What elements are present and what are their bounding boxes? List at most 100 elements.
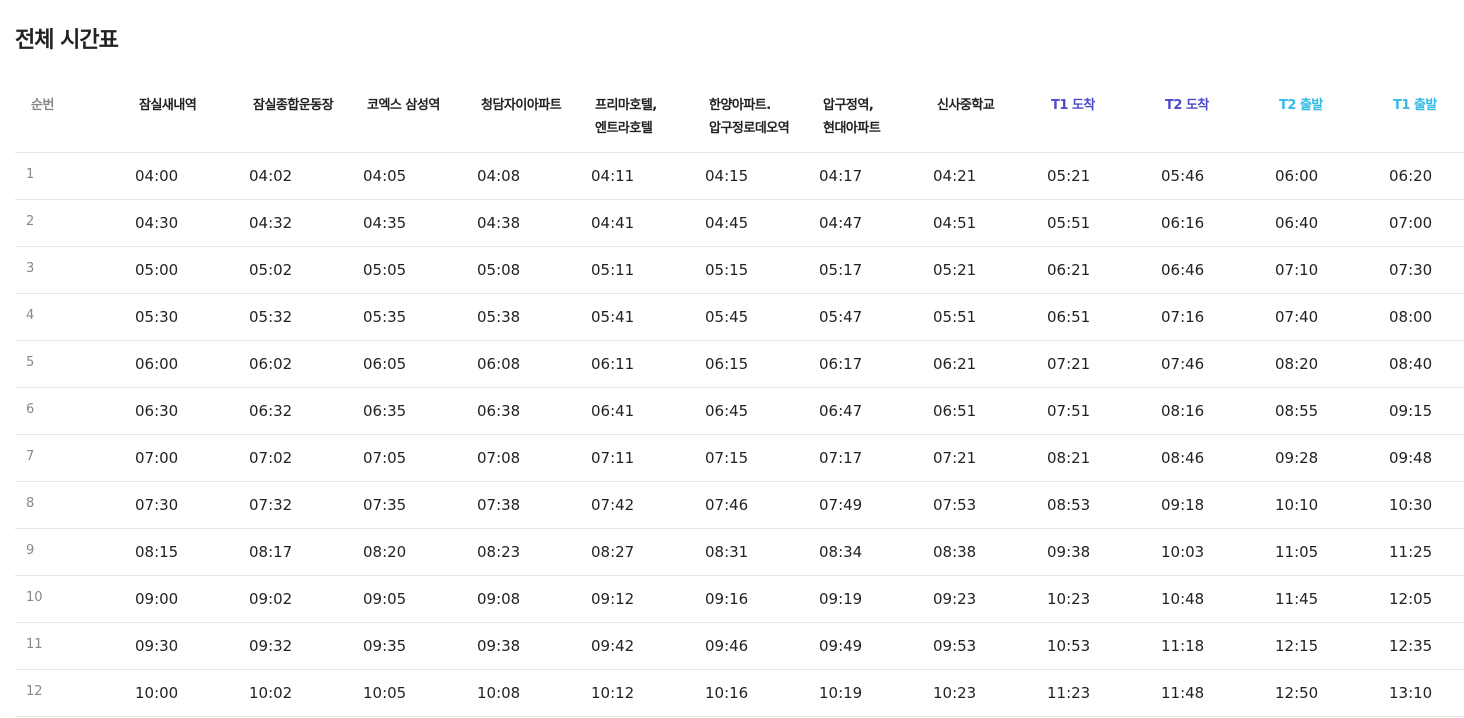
timetable: 순번 잠실새내역 잠실종합운동장 코엑스 삼성역 청담자이아파트 프리마호텔, …: [15, 82, 1464, 717]
time-cell: 12:05: [1379, 575, 1464, 623]
time-cell: 10:30: [1379, 481, 1464, 529]
time-cell: 06:32: [239, 387, 353, 435]
row-number-cell: 6: [15, 387, 125, 435]
row-number-cell: 8: [15, 481, 125, 529]
time-cell: 06:51: [1037, 293, 1151, 341]
time-cell: 04:45: [695, 199, 809, 247]
time-cell: 07:40: [1265, 293, 1379, 341]
column-header-stop: 잠실새내역: [125, 82, 239, 153]
column-header-t2-departure: T2 출발: [1265, 82, 1379, 153]
time-cell: 06:30: [125, 387, 239, 435]
column-header-stop: 프리마호텔, 엔트라호텔: [581, 82, 695, 153]
table-row: 3 05:00 05:02 05:05 05:08 05:11 05:15 05:17 05:2…: [15, 246, 1464, 294]
time-cell: 09:28: [1265, 434, 1379, 482]
table-row: 9 08:15 08:17 08:20 08:23 08:27 08:31 08:34 08:3…: [15, 528, 1464, 576]
time-cell: 13:10: [1379, 669, 1464, 717]
time-cell: 04:05: [353, 152, 467, 200]
time-cell: 06:00: [125, 340, 239, 388]
time-cell: 07:49: [809, 481, 923, 529]
time-cell: 10:00: [125, 669, 239, 717]
time-cell: 05:51: [1037, 199, 1151, 247]
table-row: 1 04:00 04:02 04:05 04:08 04:11 04:15 04:17 04:2…: [15, 152, 1464, 200]
column-header-stop: 잠실종합운동장: [239, 82, 353, 153]
time-cell: 06:00: [1265, 152, 1379, 200]
column-header-t2-arrival: T2 도착: [1151, 82, 1265, 153]
time-cell: 04:21: [923, 152, 1037, 200]
time-cell: 07:17: [809, 434, 923, 482]
time-cell: 08:20: [1265, 340, 1379, 388]
time-cell: 05:45: [695, 293, 809, 341]
time-cell: 05:11: [581, 246, 695, 294]
time-cell: 10:23: [1037, 575, 1151, 623]
time-cell: 08:27: [581, 528, 695, 576]
time-cell: 05:05: [353, 246, 467, 294]
time-cell: 07:35: [353, 481, 467, 529]
time-cell: 10:12: [581, 669, 695, 717]
time-cell: 04:41: [581, 199, 695, 247]
time-cell: 05:21: [923, 246, 1037, 294]
time-cell: 09:05: [353, 575, 467, 623]
time-cell: 07:30: [1379, 246, 1464, 294]
time-cell: 09:00: [125, 575, 239, 623]
column-header-t1-arrival: T1 도착: [1037, 82, 1151, 153]
time-cell: 11:23: [1037, 669, 1151, 717]
time-cell: 10:10: [1265, 481, 1379, 529]
table-row: 4 05:30 05:32 05:35 05:38 05:41 05:45 05:47 05:5…: [15, 293, 1464, 341]
time-cell: 04:00: [125, 152, 239, 200]
time-cell: 10:02: [239, 669, 353, 717]
time-cell: 06:46: [1151, 246, 1265, 294]
time-cell: 04:35: [353, 199, 467, 247]
table-row: 12 10:00 10:02 10:05 10:08 10:12 10:16 10:19 10:…: [15, 669, 1464, 717]
time-cell: 09:23: [923, 575, 1037, 623]
column-header-stop: 한양아파트.압구정로데오역: [695, 82, 809, 153]
time-cell: 08:20: [353, 528, 467, 576]
time-cell: 04:47: [809, 199, 923, 247]
time-cell: 05:30: [125, 293, 239, 341]
time-cell: 10:05: [353, 669, 467, 717]
column-header-t1-departure: T1 출발: [1379, 82, 1464, 153]
time-cell: 06:02: [239, 340, 353, 388]
time-cell: 07:00: [125, 434, 239, 482]
time-cell: 09:02: [239, 575, 353, 623]
time-cell: 06:15: [695, 340, 809, 388]
time-cell: 12:15: [1265, 622, 1379, 670]
table-row: 11 09:30 09:32 09:35 09:38 09:42 09:46 09:49 09:…: [15, 622, 1464, 670]
time-cell: 06:38: [467, 387, 581, 435]
time-cell: 08:00: [1379, 293, 1464, 341]
time-cell: 09:46: [695, 622, 809, 670]
column-header-stop: 신사중학교: [923, 82, 1037, 153]
time-cell: 11:45: [1265, 575, 1379, 623]
time-cell: 07:53: [923, 481, 1037, 529]
time-cell: 10:16: [695, 669, 809, 717]
time-cell: 07:46: [1151, 340, 1265, 388]
row-number-cell: 9: [15, 528, 125, 576]
time-cell: 11:48: [1151, 669, 1265, 717]
time-cell: 06:21: [1037, 246, 1151, 294]
table-row: 8 07:30 07:32 07:35 07:38 07:42 07:46 07:49 07:5…: [15, 481, 1464, 529]
time-cell: 08:34: [809, 528, 923, 576]
time-cell: 08:21: [1037, 434, 1151, 482]
time-cell: 05:46: [1151, 152, 1265, 200]
time-cell: 06:17: [809, 340, 923, 388]
time-cell: 10:48: [1151, 575, 1265, 623]
row-number-cell: 1: [15, 152, 125, 200]
time-cell: 09:53: [923, 622, 1037, 670]
column-header-number: 순번: [15, 82, 125, 153]
time-cell: 04:32: [239, 199, 353, 247]
time-cell: 07:11: [581, 434, 695, 482]
time-cell: 08:15: [125, 528, 239, 576]
table-row: 6 06:30 06:32 06:35 06:38 06:41 06:45 06:47 06:5…: [15, 387, 1464, 435]
time-cell: 06:16: [1151, 199, 1265, 247]
time-cell: 05:47: [809, 293, 923, 341]
time-cell: 07:10: [1265, 246, 1379, 294]
row-number-cell: 7: [15, 434, 125, 482]
table-row: 2 04:30 04:32 04:35 04:38 04:41 04:45 04:47 04:5…: [15, 199, 1464, 247]
time-cell: 07:05: [353, 434, 467, 482]
column-header-stop: 압구정역, 현대아파트: [809, 82, 923, 153]
page-title: 전체 시간표: [15, 28, 119, 53]
time-cell: 06:05: [353, 340, 467, 388]
time-cell: 09:38: [467, 622, 581, 670]
time-cell: 10:08: [467, 669, 581, 717]
time-cell: 09:35: [353, 622, 467, 670]
time-cell: 06:20: [1379, 152, 1464, 200]
